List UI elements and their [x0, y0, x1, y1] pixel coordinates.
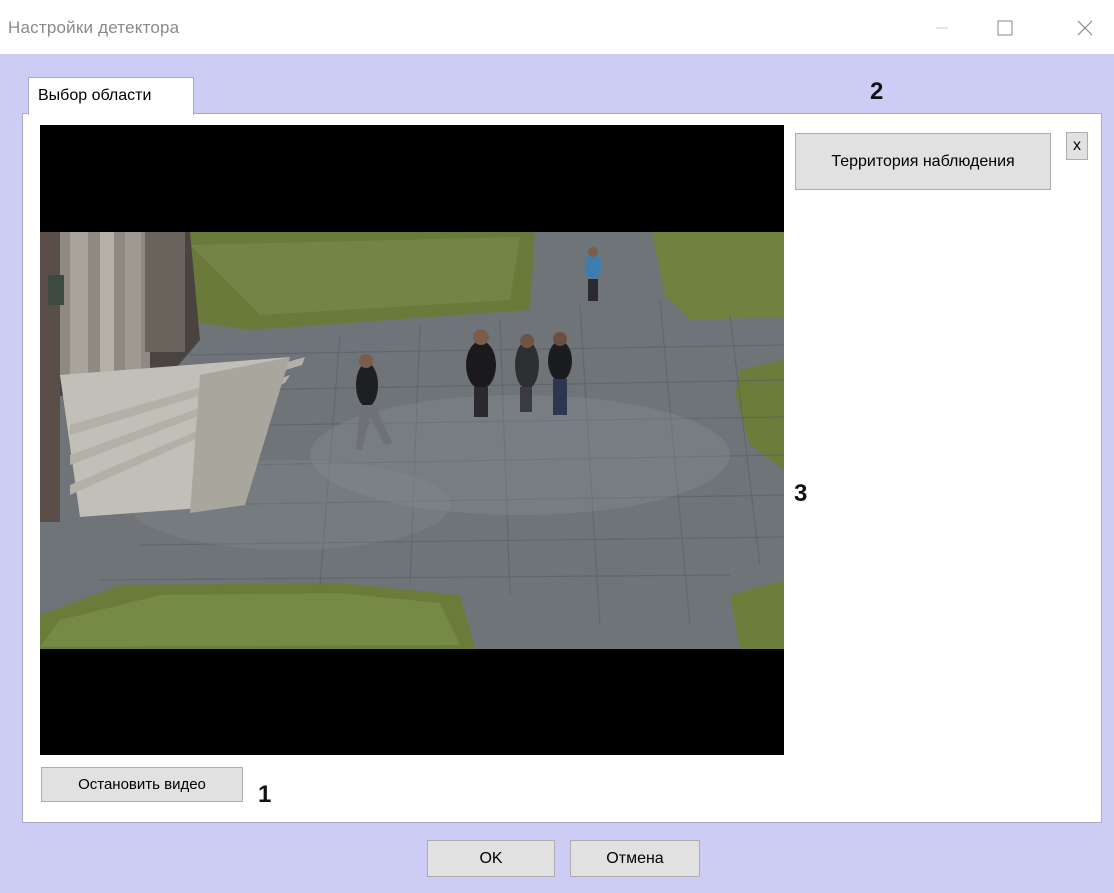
cancel-button[interactable]: Отмена: [570, 840, 700, 877]
maximize-button[interactable]: [985, 8, 1025, 48]
video-preview[interactable]: [40, 125, 784, 755]
stop-video-button[interactable]: Остановить видео: [41, 767, 243, 802]
annotation-marker-1: 1: [258, 781, 272, 808]
annotation-marker-2: 2: [870, 78, 884, 105]
camera-frame-image: [40, 125, 784, 755]
close-button[interactable]: [1065, 8, 1105, 48]
ok-button[interactable]: OK: [427, 840, 555, 877]
tab-label: Выбор области: [38, 87, 152, 104]
area-territory-button[interactable]: Территория наблюдения: [795, 133, 1051, 190]
minimize-button[interactable]: [922, 8, 962, 48]
minimize-icon: [936, 27, 948, 29]
remove-area-button[interactable]: x: [1066, 132, 1088, 160]
window-title: Настройки детектора: [8, 18, 180, 37]
window-titlebar: Настройки детектора: [0, 0, 1114, 54]
annotation-marker-3: 3: [794, 480, 808, 507]
close-icon: [1077, 20, 1093, 36]
maximize-icon: [997, 20, 1013, 36]
tab-area-selection[interactable]: Выбор области: [28, 77, 194, 115]
